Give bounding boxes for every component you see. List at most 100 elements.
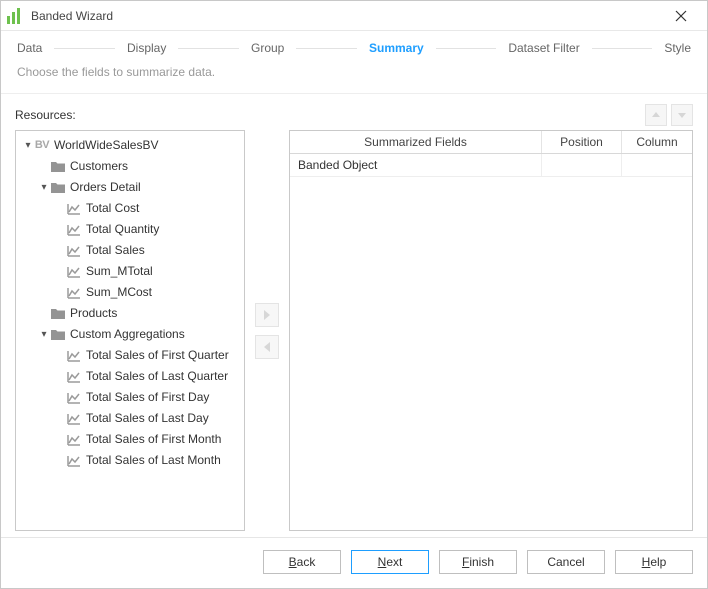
bv-icon: BV <box>34 139 50 153</box>
cancel-label: Cancel <box>547 555 584 569</box>
caret-icon <box>38 177 50 198</box>
tree-item[interactable]: Orders Detail <box>18 177 242 198</box>
tree-item[interactable]: Total Sales of Last Quarter <box>18 366 242 387</box>
tree-item-label: Total Sales of First Quarter <box>86 345 229 366</box>
metric-icon <box>66 202 82 216</box>
col-header-summarized: Summarized Fields <box>290 131 542 153</box>
tree-item-label: Total Sales <box>86 240 145 261</box>
move-up-button[interactable] <box>645 104 667 126</box>
back-button[interactable]: Back <box>263 550 341 574</box>
tree-item[interactable]: BV WorldWideSalesBV <box>18 135 242 156</box>
caret-icon <box>22 135 34 156</box>
tree-item[interactable]: Sum_MCost <box>18 282 242 303</box>
window-title: Banded Wizard <box>31 9 113 23</box>
col-header-position: Position <box>542 131 622 153</box>
left-column: BV WorldWideSalesBVCustomersOrders Detail… <box>15 130 245 531</box>
arrow-right-icon <box>261 309 273 321</box>
metric-icon <box>66 370 82 384</box>
tree-item[interactable]: Customers <box>18 156 242 177</box>
tree-item[interactable]: Custom Aggregations <box>18 324 242 345</box>
tree-item[interactable]: Total Sales of First Quarter <box>18 345 242 366</box>
tree-item[interactable]: Total Sales of Last Day <box>18 408 242 429</box>
title-bar: Banded Wizard <box>1 1 707 31</box>
tree-item-label: Total Sales of First Day <box>86 387 209 408</box>
content-area: Resources: BV WorldWideSalesBVCustomersOr… <box>1 94 707 537</box>
tree-item-label: Orders Detail <box>70 177 141 198</box>
arrow-left-icon <box>261 341 273 353</box>
metric-icon <box>66 349 82 363</box>
metric-icon <box>66 391 82 405</box>
wizard-steps: Data Display Group Summary Dataset Filter Sty… <box>1 31 707 59</box>
table-row[interactable]: Banded Object <box>290 154 692 177</box>
tree-item[interactable]: Total Sales of First Day <box>18 387 242 408</box>
folder-icon <box>50 160 66 174</box>
summarized-fields-table[interactable]: Summarized Fields Position Column Banded… <box>289 130 693 531</box>
step-separator <box>178 48 239 49</box>
tree-item-label: Total Sales of Last Month <box>86 450 221 471</box>
wizard-window: Banded Wizard DataDisplayGroupSummaryDat… <box>0 0 708 589</box>
tree-item-label: Custom Aggregations <box>70 324 185 345</box>
panes: BV WorldWideSalesBVCustomersOrders Detail… <box>15 130 693 531</box>
step-style[interactable]: Style <box>660 41 695 55</box>
tree-item-label: Total Cost <box>86 198 139 219</box>
help-button[interactable]: Help <box>615 550 693 574</box>
folder-icon <box>50 307 66 321</box>
wizard-footer: Back Next Finish Cancel Help <box>1 537 707 588</box>
tree-item[interactable]: Products <box>18 303 242 324</box>
remove-button[interactable] <box>255 335 279 359</box>
metric-icon <box>66 286 82 300</box>
tree-item-label: Total Sales of First Month <box>86 429 221 450</box>
step-separator <box>296 48 357 49</box>
tree-item-label: Total Quantity <box>86 219 159 240</box>
tree-item[interactable]: Total Sales of Last Month <box>18 450 242 471</box>
step-separator <box>436 48 497 49</box>
cancel-button[interactable]: Cancel <box>527 550 605 574</box>
col-header-column: Column <box>622 131 692 153</box>
table-header: Summarized Fields Position Column <box>290 131 692 154</box>
step-group[interactable]: Group <box>247 41 288 55</box>
move-down-button[interactable] <box>671 104 693 126</box>
metric-icon <box>66 454 82 468</box>
tree-item[interactable]: Total Cost <box>18 198 242 219</box>
step-separator <box>54 48 115 49</box>
close-button[interactable] <box>661 2 701 30</box>
resources-label: Resources: <box>15 108 76 122</box>
metric-icon <box>66 265 82 279</box>
next-button[interactable]: Next <box>351 550 429 574</box>
metric-icon <box>66 412 82 426</box>
right-column: Summarized Fields Position Column Banded… <box>289 130 693 531</box>
cell-column <box>622 154 692 176</box>
transfer-buttons <box>253 130 281 531</box>
step-separator <box>592 48 653 49</box>
tree-item-label: WorldWideSalesBV <box>54 135 158 156</box>
resources-tree[interactable]: BV WorldWideSalesBVCustomersOrders Detail… <box>15 130 245 531</box>
step-summary[interactable]: Summary <box>365 41 428 55</box>
add-button[interactable] <box>255 303 279 327</box>
step-dataset-filter[interactable]: Dataset Filter <box>504 41 583 55</box>
tree-item[interactable]: Total Sales <box>18 240 242 261</box>
tree-item-label: Products <box>70 303 117 324</box>
caret-icon <box>38 324 50 345</box>
close-icon <box>675 10 687 22</box>
step-description: Choose the fields to summarize data. <box>1 59 707 94</box>
tree-item[interactable]: Total Quantity <box>18 219 242 240</box>
app-logo-icon <box>7 8 23 24</box>
tree-item-label: Total Sales of Last Quarter <box>86 366 228 387</box>
arrow-down-icon <box>677 110 687 120</box>
metric-icon <box>66 244 82 258</box>
tree-item[interactable]: Total Sales of First Month <box>18 429 242 450</box>
metric-icon <box>66 433 82 447</box>
cell-summarized: Banded Object <box>290 154 542 176</box>
resources-header-row: Resources: <box>15 104 693 126</box>
tree-item-label: Total Sales of Last Day <box>86 408 209 429</box>
finish-button[interactable]: Finish <box>439 550 517 574</box>
step-data[interactable]: Data <box>13 41 46 55</box>
tree-item-label: Sum_MTotal <box>86 261 153 282</box>
tree-item[interactable]: Sum_MTotal <box>18 261 242 282</box>
arrow-up-icon <box>651 110 661 120</box>
tree-item-label: Sum_MCost <box>86 282 152 303</box>
step-display[interactable]: Display <box>123 41 170 55</box>
metric-icon <box>66 223 82 237</box>
cell-position <box>542 154 622 176</box>
folder-icon <box>50 181 66 195</box>
